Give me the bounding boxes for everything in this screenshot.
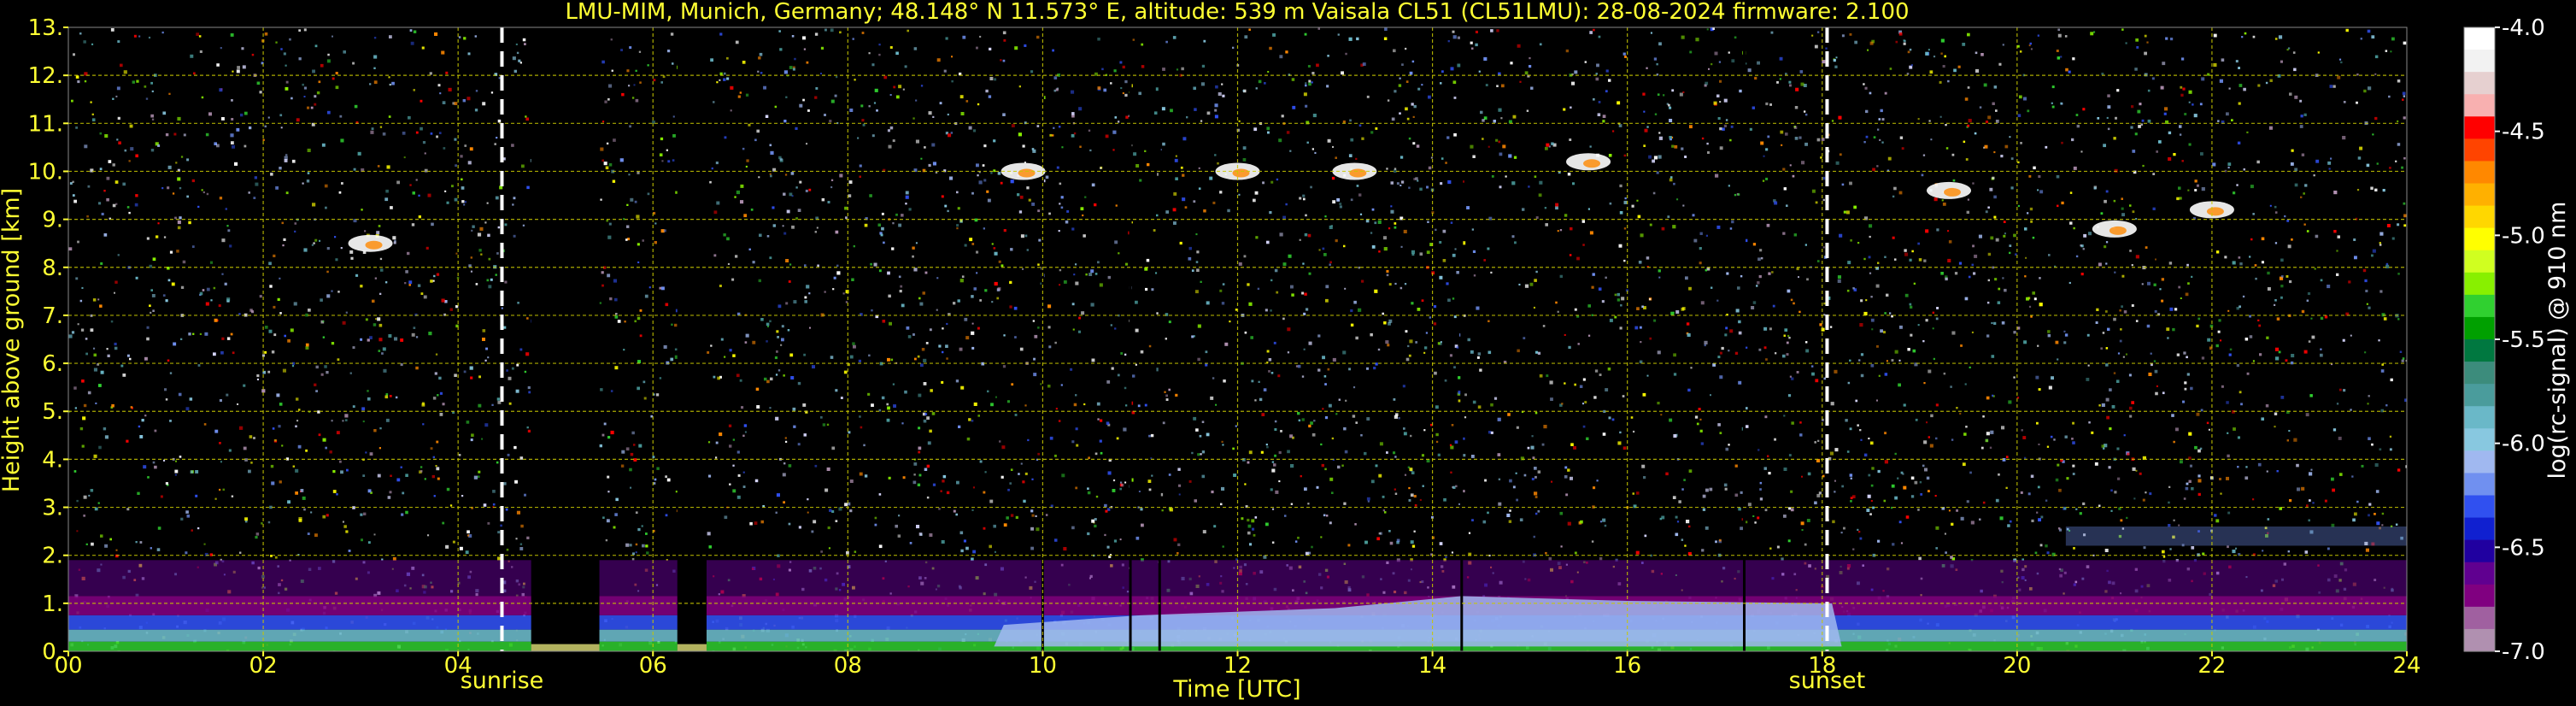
- residual-layer: [2065, 527, 2407, 546]
- y-tick-label: 7.: [42, 303, 63, 329]
- colorbar-tick-label: -4.5: [2502, 120, 2545, 145]
- colorbar-segment: [2464, 250, 2495, 274]
- colorbar-segment: [2464, 161, 2495, 185]
- colorbar-segment: [2464, 94, 2495, 117]
- colorbar-segment: [2464, 339, 2495, 362]
- data-gap: [677, 27, 707, 651]
- x-axis-label: Time [UTC]: [1172, 676, 1300, 703]
- colorbar-segment: [2464, 562, 2495, 585]
- colorbar-segment: [2464, 138, 2495, 162]
- x-tick-label: 06: [639, 653, 667, 679]
- x-tick-label: 08: [834, 653, 862, 679]
- y-tick-label: 9.: [42, 208, 63, 233]
- data-gap: [531, 27, 600, 651]
- colorbar-segment: [2464, 227, 2495, 251]
- x-tick-label: 12: [1223, 653, 1252, 679]
- colorbar-tick-label: -7.0: [2502, 639, 2545, 665]
- y-tick-label: 11.: [28, 111, 63, 137]
- colorbar-segment: [2464, 362, 2495, 385]
- colorbar-segment: [2464, 205, 2495, 229]
- x-tick-label: 16: [1613, 653, 1641, 679]
- chart-title: LMU-MIM, Munich, Germany; 48.148° N 11.5…: [565, 0, 1909, 25]
- cloud-core: [1583, 159, 1601, 168]
- colorbar-segment: [2464, 27, 2495, 50]
- x-tick-label: 02: [249, 653, 278, 679]
- colorbar-segment: [2464, 116, 2495, 139]
- colorbar-segment: [2464, 517, 2495, 541]
- ceilometer-chart: sunrise sunset LMU-MIM, Munich, Germany; …: [0, 0, 2576, 706]
- cloud-core: [1232, 168, 1250, 178]
- y-tick-label: 10.: [28, 159, 63, 185]
- gap-surface-return: [677, 644, 707, 651]
- gap-surface-return: [531, 644, 600, 651]
- colorbar-segment: [2464, 539, 2495, 563]
- colorbar-label: log(rc-signal) @ 910 nm: [2544, 202, 2571, 479]
- sun-marker-label: sunrise: [461, 668, 544, 694]
- colorbar-segment: [2464, 495, 2495, 519]
- colorbar-segment: [2464, 428, 2495, 451]
- colorbar-segment: [2464, 584, 2495, 608]
- y-tick-label: 1.: [42, 591, 63, 617]
- colorbar-tick-label: -5.0: [2502, 223, 2545, 249]
- colorbar-segment: [2464, 473, 2495, 497]
- cloud-core: [1349, 168, 1367, 178]
- colorbar-segment: [2464, 450, 2495, 474]
- colorbar-tick-label: -5.5: [2502, 327, 2545, 353]
- x-tick-label: 18: [1808, 653, 1836, 679]
- y-axis-label: Height above ground [km]: [0, 188, 25, 492]
- x-tick-label: 00: [54, 653, 82, 679]
- x-tick-label: 20: [2003, 653, 2031, 679]
- x-tick-label: 22: [2198, 653, 2226, 679]
- x-tick-label: 10: [1029, 653, 1057, 679]
- cloud-core: [365, 240, 383, 250]
- y-tick-label: 5.: [42, 399, 63, 425]
- y-tick-label: 2.: [42, 544, 63, 569]
- y-tick-label: 13.: [28, 15, 63, 41]
- x-tick-label: 24: [2392, 653, 2421, 679]
- y-tick-label: 4.: [42, 447, 63, 473]
- colorbar-segment: [2464, 294, 2495, 318]
- y-tick-label: 8.: [42, 256, 63, 281]
- colorbar-segment: [2464, 316, 2495, 340]
- colorbar-segment: [2464, 183, 2495, 207]
- x-tick-label: 14: [1418, 653, 1446, 679]
- x-tick-label: 04: [444, 653, 472, 679]
- y-tick-label: 6.: [42, 351, 63, 377]
- colorbar-segment: [2464, 50, 2495, 73]
- colorbar-tick-label: -6.5: [2502, 535, 2545, 561]
- colorbar-segment: [2464, 628, 2495, 652]
- colorbar-tick-label: -4.0: [2502, 15, 2545, 41]
- y-tick-label: 3.: [42, 496, 63, 521]
- colorbar-segment: [2464, 606, 2495, 630]
- colorbar-segment: [2464, 406, 2495, 429]
- cloud-core: [2109, 226, 2127, 235]
- colorbar-segment: [2464, 384, 2495, 407]
- colorbar-tick-label: -6.0: [2502, 432, 2545, 457]
- colorbar-segment: [2464, 272, 2495, 296]
- y-tick-label: 12.: [28, 63, 63, 89]
- colorbar-segment: [2464, 72, 2495, 95]
- cloud-core: [1944, 187, 1962, 197]
- cloud-core: [1018, 168, 1036, 178]
- cloud-core: [2206, 207, 2224, 216]
